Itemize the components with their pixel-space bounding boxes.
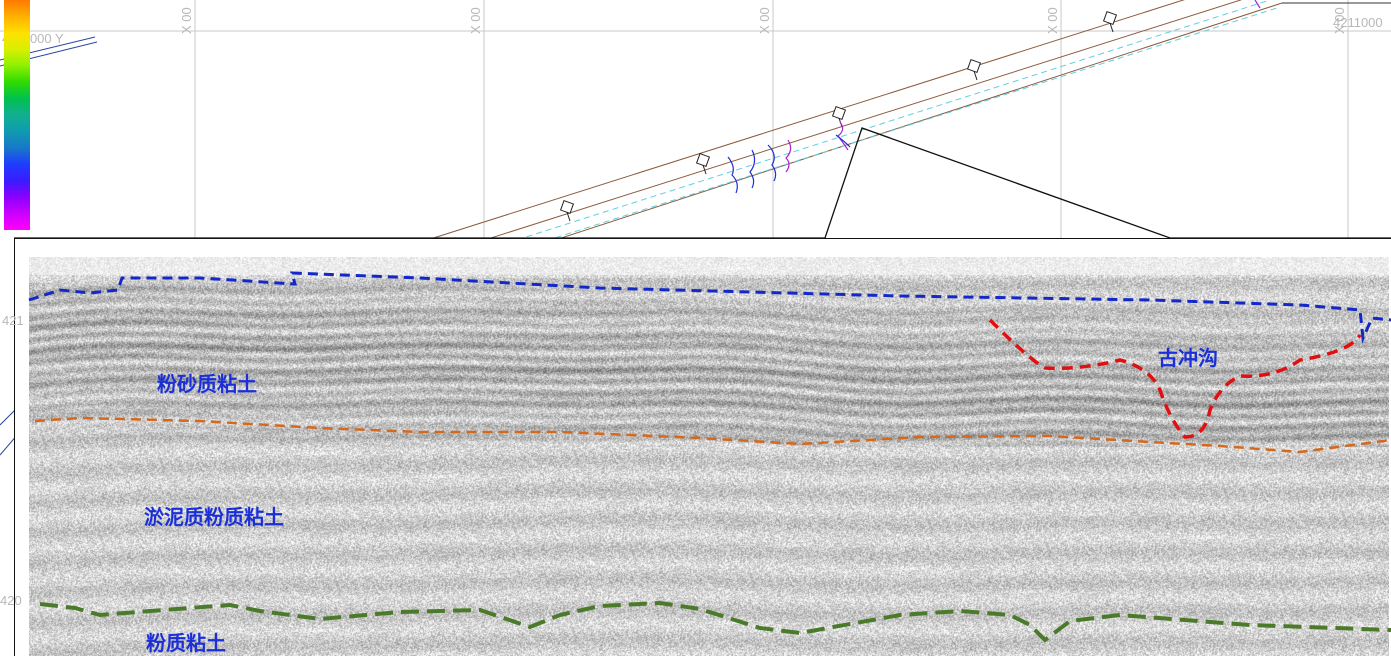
seismic-profile-image xyxy=(29,257,1389,656)
colorbar-legend xyxy=(4,0,30,230)
y-grid-label: 421 xyxy=(2,313,24,328)
label-silty-clay: 粉质粘土 xyxy=(146,631,226,655)
y-grid-label: 4211000 xyxy=(1333,15,1383,30)
x-grid-label: X 00 xyxy=(757,7,772,34)
station-marker xyxy=(559,199,575,222)
y-grid-label: 420 xyxy=(0,593,22,608)
x-grid-label: X 00 xyxy=(1045,7,1060,34)
station-marker xyxy=(966,58,982,81)
station-marker xyxy=(831,105,847,128)
label-muddy-silty-clay: 淤泥质粉质粘土 xyxy=(144,505,284,529)
label-paleochannel: 古冲沟 xyxy=(1158,346,1218,370)
x-grid-label: X 00 xyxy=(179,7,194,34)
x-grid-label: X 00 xyxy=(468,7,483,34)
profile-callout xyxy=(14,127,1391,239)
label-silty-sand-clay: 粉砂质粘土 xyxy=(157,372,257,396)
